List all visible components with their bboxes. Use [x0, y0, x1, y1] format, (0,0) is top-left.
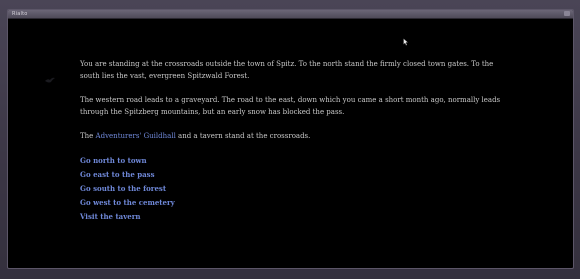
choice-go-west[interactable]: Go west to the cemetery — [80, 196, 510, 210]
game-window: Rialto You are standing at the crossroad… — [7, 9, 574, 269]
story-text: and a tavern stand at the crossroads. — [175, 132, 311, 140]
desktop-frame: Rialto You are standing at the crossroad… — [0, 0, 580, 279]
story-paragraph-crossroads: You are standing at the crossroads outsi… — [80, 60, 494, 80]
story-paragraph-guildhall: The Adventurers' Guildhall and a tavern … — [80, 130, 510, 142]
story-text: The — [80, 132, 96, 140]
choice-go-east[interactable]: Go east to the pass — [80, 168, 510, 182]
choice-go-south[interactable]: Go south to the forest — [80, 182, 510, 196]
choice-visit-tavern[interactable]: Visit the tavern — [80, 210, 510, 224]
window-title: Rialto — [12, 11, 28, 17]
window-titlebar[interactable]: Rialto — [8, 10, 573, 19]
mouse-cursor-icon — [403, 38, 409, 46]
story-content: You are standing at the crossroads outsi… — [80, 58, 510, 224]
story-paragraph-roads: The western road leads to a graveyard. T… — [80, 96, 501, 116]
bird-icon — [45, 77, 55, 83]
choice-list: Go north to town Go east to the pass Go … — [80, 154, 510, 224]
choice-go-north[interactable]: Go north to town — [80, 154, 510, 168]
window-control-button[interactable] — [564, 11, 570, 16]
guildhall-link[interactable]: Adventurers' Guildhall — [96, 132, 176, 140]
